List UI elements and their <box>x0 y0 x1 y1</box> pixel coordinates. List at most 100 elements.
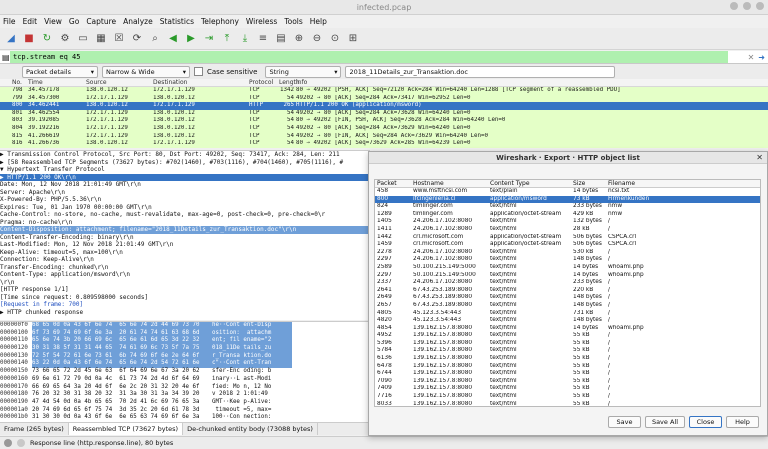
packet-row[interactable]: 799 34.457300 172.17.1.129 138.0.120.12 TCP 5… <box>0 94 768 103</box>
http-object-row[interactable]: 800 ifcingenieria.cl application/msword 73 … <box>375 195 760 204</box>
menu-edit[interactable]: Edit <box>23 15 38 28</box>
detail-tree-item[interactable]: Content-Disposition: attachment; filenam… <box>0 226 370 234</box>
packet-row[interactable]: 816 41.266736 138.0.120.12 172.17.1.129 TCP 5… <box>0 140 768 148</box>
menu-file[interactable]: File <box>3 15 16 28</box>
http-object-row[interactable]: 7090 139.162.157.8:8080 text/html 55 kB / <box>375 378 760 386</box>
byte-hex[interactable]: 31 30 30 0d 0a 43 6f 6e 6e 65 63 74 69 6… <box>32 414 212 422</box>
go-back-icon[interactable]: ◀ <box>165 31 181 47</box>
http-object-column-header[interactable]: Packet <box>375 180 413 187</box>
open-file-icon[interactable]: ▭ <box>75 31 91 47</box>
http-object-row[interactable]: 458 www.msftncsi.com text/plain 14 bytes ncs… <box>375 188 760 196</box>
byte-ascii[interactable]: r_Transa ktion.do <box>212 352 292 361</box>
http-object-row[interactable]: 1411 24.206.17.102:8080 text/html 28 kB / <box>375 226 760 234</box>
detail-tree-item[interactable]: [Request in frame: 700] <box>0 301 370 309</box>
http-object-row[interactable]: 6478 139.162.157.8:8080 text/html 55 kB / <box>375 363 760 371</box>
http-object-row[interactable]: 2649 67.43.253.189:8080 text/html 148 bytes… <box>375 294 760 302</box>
byte-hex[interactable]: 20 74 69 6d 65 6f 75 74 3d 35 2c 20 6d 6… <box>32 407 212 415</box>
byte-hex[interactable]: 30 31 38 5f 31 31 44 65 74 61 69 6c 73 5… <box>32 345 212 353</box>
close-window-icon[interactable] <box>756 2 764 10</box>
http-object-row[interactable]: 2337 24.206.17.102:8080 text/html 233 bytes… <box>375 279 760 287</box>
byte-ascii[interactable]: GMT··Kee p-Alive: <box>212 399 292 407</box>
detail-tree-item[interactable]: Content-Type: application/msword\r\n <box>0 271 370 279</box>
http-object-row[interactable]: 2297 24.206.17.102:8080 text/html 148 bytes… <box>375 256 760 264</box>
byte-ascii[interactable]: he··Cont ent-Disp <box>212 322 292 330</box>
options-icon[interactable]: ⚙ <box>57 31 73 47</box>
byte-hex[interactable]: 72 5f 54 72 61 6e 73 61 6b 74 69 6f 6e 2… <box>32 352 212 361</box>
menu-view[interactable]: View <box>44 15 62 28</box>
column-header[interactable]: Destination <box>153 79 249 86</box>
byte-ascii[interactable]: sfer-Enc oding: b <box>212 368 292 376</box>
http-object-row[interactable]: 7409 139.162.157.8:8080 text/html 55 kB / <box>375 385 760 393</box>
detail-tree-item[interactable]: Transfer-Encoding: chunked\r\n <box>0 264 370 272</box>
column-header[interactable]: Protocol <box>249 79 279 86</box>
bytes-tab[interactable]: Reassembled TCP (73627 bytes) <box>68 423 184 435</box>
zoom-out-icon[interactable]: ⊖ <box>309 31 325 47</box>
maximize-icon[interactable] <box>743 2 751 10</box>
menu-tools[interactable]: Tools <box>284 15 302 28</box>
detail-tree-item[interactable]: Connection: Keep-Alive\r\n <box>0 256 370 264</box>
menu-statistics[interactable]: Statistics <box>160 15 194 28</box>
http-object-row[interactable]: 1405 24.206.17.102:8080 text/html 132 bytes… <box>375 218 760 226</box>
normal-size-icon[interactable]: ⊙ <box>327 31 343 47</box>
packet-row[interactable]: 815 41.266619 172.17.1.129 138.0.120.12 TCP 5… <box>0 132 768 141</box>
detail-tree-item[interactable]: Pragma: no-cache\r\n <box>0 219 370 227</box>
column-header[interactable]: Source <box>86 79 153 86</box>
http-object-row[interactable]: 2641 67.43.253.189:8080 text/html 220 kB / <box>375 287 760 295</box>
detail-tree-item[interactable]: Keep-Alive: timeout=5, max=100\r\n <box>0 249 370 257</box>
byte-ascii[interactable]: 018_11De tails_zu <box>212 345 292 353</box>
http-object-row[interactable]: 5396 139.162.157.8:8080 text/html 55 kB / <box>375 340 760 348</box>
byte-ascii[interactable]: osition: attachm <box>212 329 292 338</box>
search-scope-select[interactable]: Packet details ▾ <box>22 65 98 78</box>
detail-tree-item[interactable]: [Time since request: 0.809598000 seconds… <box>0 294 370 302</box>
byte-hex[interactable]: 68 65 0d 0a 43 6f 6e 74 65 6e 74 2d 44 6… <box>32 322 212 330</box>
http-object-row[interactable]: 2297 50.100.215.149:5000 text/html 14 bytes… <box>375 272 760 280</box>
bytes-tab[interactable]: De-chunked entity body (73088 bytes) <box>183 423 318 435</box>
detail-tree-item[interactable]: ▶ HTTP/1.1 200 OK\r\n <box>0 173 370 181</box>
apply-filter-icon[interactable]: ➜ <box>758 53 765 62</box>
detail-tree-item[interactable]: Expires: Tue, 01 Jan 1970 00:00:00 GMT\r… <box>0 204 370 212</box>
byte-ascii[interactable]: inary··L ast-Modi <box>212 376 292 384</box>
close-button[interactable]: Close <box>689 416 722 428</box>
help-button[interactable]: Help <box>726 416 759 428</box>
http-object-column-header[interactable]: Size <box>573 180 608 187</box>
packet-row[interactable]: 798 34.457178 138.0.120.12 172.17.1.129 TCP 1… <box>0 87 768 95</box>
reload-icon[interactable]: ⟳ <box>129 31 145 47</box>
zoom-in-icon[interactable]: ⊕ <box>291 31 307 47</box>
clear-filter-icon[interactable]: ✕ <box>748 53 755 62</box>
detail-tree-item[interactable]: Server: Apache\r\n <box>0 189 370 197</box>
detail-tree-item[interactable]: Cache-Control: no-store, no-cache, must-… <box>0 211 370 219</box>
colorize-icon[interactable]: ▤ <box>273 31 289 47</box>
http-object-row[interactable]: 824 timlinger.com text/html 233 bytes nmw <box>375 203 760 211</box>
menu-analyze[interactable]: Analyze <box>123 15 153 28</box>
bytes-tab[interactable]: Frame (265 bytes) <box>0 423 69 435</box>
detail-tree-item[interactable]: Date: Mon, 12 Nov 2018 21:01:49 GMT\r\n <box>0 181 370 189</box>
packet-row[interactable]: 801 34.462554 172.17.1.129 138.0.120.12 TCP 5… <box>0 109 768 118</box>
detail-tree-item[interactable]: Last-Modified: Mon, 12 Nov 2018 21:01:49… <box>0 241 370 249</box>
packet-row[interactable]: 804 39.192216 172.17.1.129 138.0.120.12 TCP 5… <box>0 124 768 133</box>
first-packet-icon[interactable]: ⤒ <box>219 31 235 47</box>
go-to-packet-icon[interactable]: ⇥ <box>201 31 217 47</box>
case-sensitive-checkbox[interactable] <box>194 67 203 76</box>
save-button[interactable]: Save <box>608 416 641 428</box>
http-object-row[interactable]: 4820 45.123.3.54:443 text/html 148 bytes / <box>375 317 760 325</box>
save-all-button[interactable]: Save All <box>645 416 685 428</box>
http-object-row[interactable]: 4952 139.162.157.8:8080 text/html 55 kB / <box>375 332 760 340</box>
packet-row[interactable]: 800 34.462441 138.0.120.12 172.17.1.129 HTTP… <box>0 102 768 110</box>
resize-columns-icon[interactable]: ⊞ <box>345 31 361 47</box>
column-header[interactable]: Time <box>28 79 86 86</box>
http-object-row[interactable]: 2589 50.100.215.149:5000 text/html 14 bytes… <box>375 264 760 272</box>
detail-tree-item[interactable]: ▶ [58 Reassembled TCP Segments (73627 by… <box>0 159 370 167</box>
http-object-row[interactable]: 6136 139.162.157.8:8080 text/html 55 kB / <box>375 355 760 363</box>
detail-tree-item[interactable]: ▼ Hypertext Transfer Protocol <box>0 166 370 174</box>
detail-tree-item[interactable]: [HTTP response 1/1] <box>0 286 370 294</box>
http-object-row[interactable]: 4854 139.162.157.8:8080 text/html 14 bytes w… <box>375 325 760 333</box>
byte-ascii[interactable]: 100··Con nection: <box>212 414 292 422</box>
expert-info-icon[interactable] <box>4 439 12 447</box>
byte-hex[interactable]: 63 22 0d 0a 43 6f 6e 74 65 6e 74 2d 54 7… <box>32 360 212 369</box>
detail-tree-item[interactable]: \r\n <box>0 279 370 287</box>
menu-help[interactable]: Help <box>310 15 327 28</box>
http-object-row[interactable]: 1289 timlinger.com application/octet-strea… <box>375 211 760 219</box>
packet-row[interactable]: 803 39.192085 172.17.1.129 138.0.120.12 TCP 5… <box>0 117 768 125</box>
byte-hex[interactable]: 69 6e 61 72 79 0d 0a 4c 61 73 74 2d 4d 6… <box>32 376 212 384</box>
byte-hex[interactable]: 76 20 32 30 31 38 20 32 31 3a 30 31 3a 3… <box>32 391 212 399</box>
